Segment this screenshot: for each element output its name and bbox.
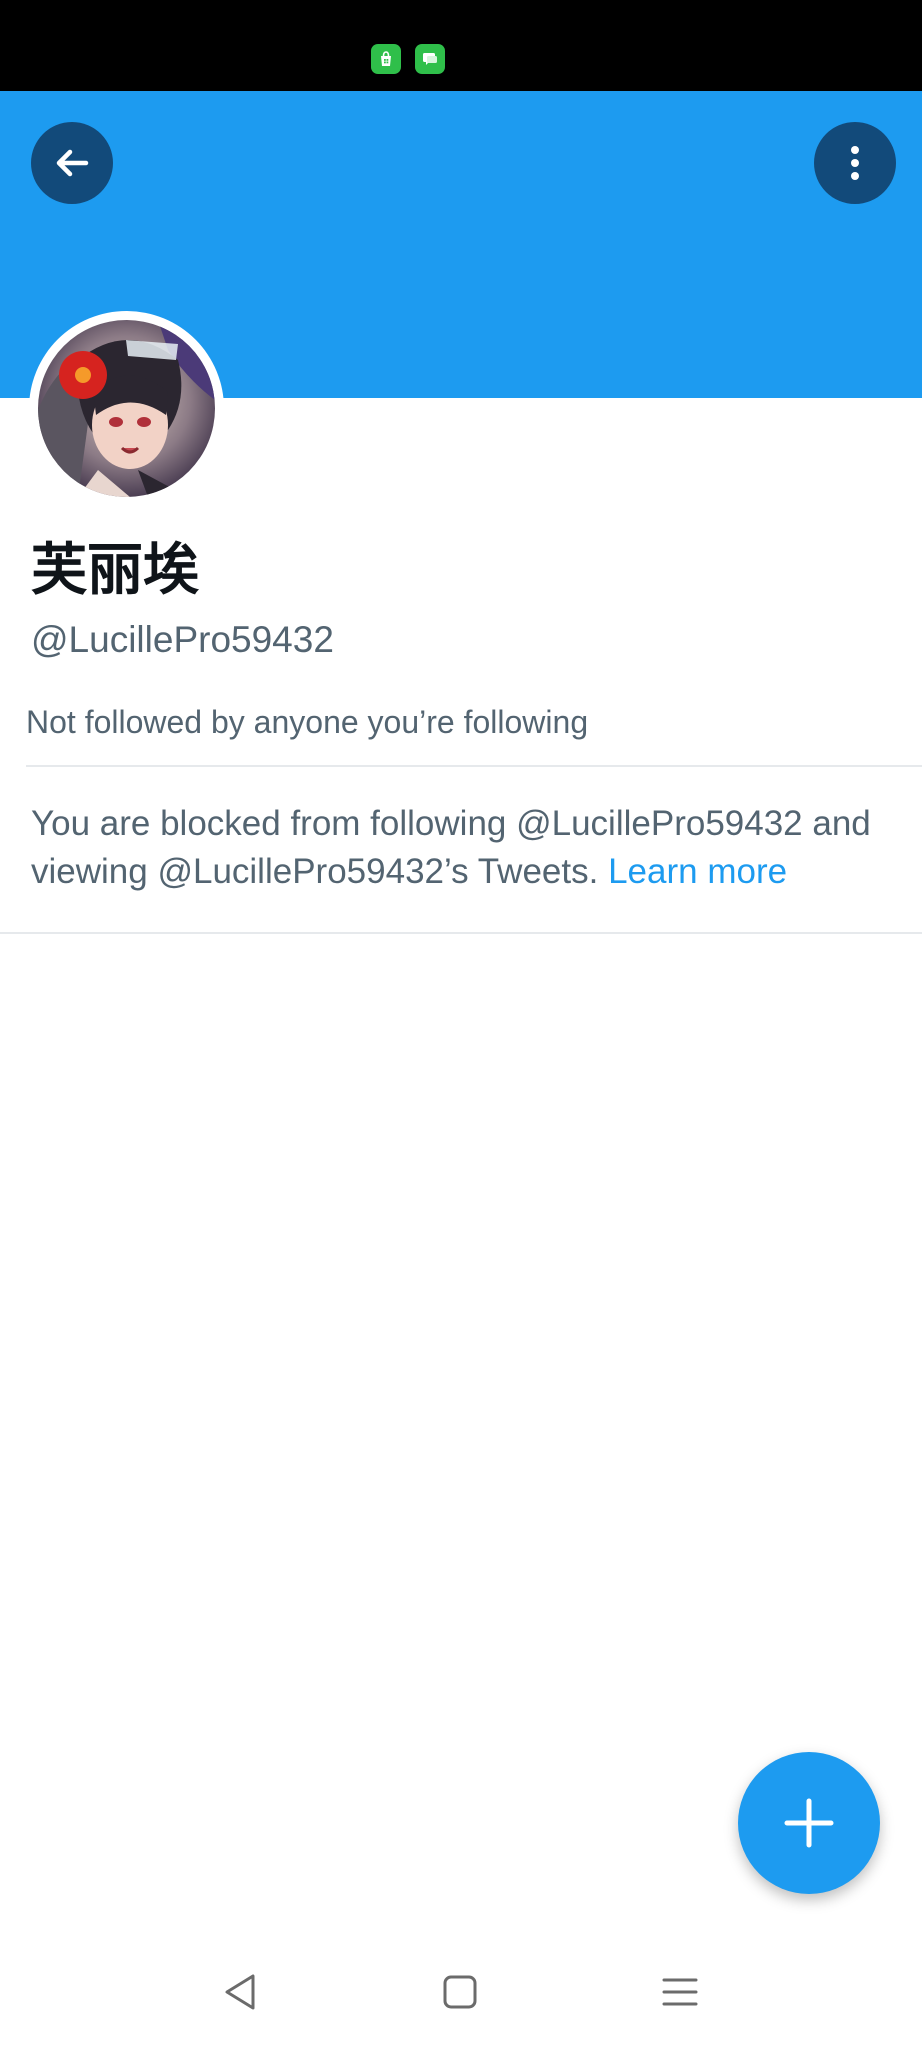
home-square-icon[interactable] — [438, 1970, 482, 2014]
back-button[interactable] — [31, 122, 113, 204]
divider — [26, 765, 922, 767]
more-options-button[interactable] — [814, 122, 896, 204]
plus-icon — [784, 1798, 834, 1848]
divider — [0, 932, 922, 934]
vertical-dots-icon — [851, 146, 859, 180]
avatar-ring[interactable] — [29, 311, 224, 506]
arrow-left-icon — [56, 149, 89, 177]
recents-menu-icon[interactable] — [658, 1970, 702, 2014]
shopping-bag-app-icon — [371, 44, 401, 74]
learn-more-link[interactable]: Learn more — [608, 852, 787, 891]
user-handle: @LucillePro59432 — [31, 619, 334, 660]
back-triangle-icon[interactable] — [219, 1970, 263, 2014]
blocked-message: You are blocked from following @LucilleP… — [31, 800, 911, 896]
followers-you-know-note: Not followed by anyone you’re following — [26, 704, 589, 740]
display-name: 芙丽埃 — [31, 538, 199, 603]
system-nav-bar — [0, 1940, 922, 2048]
avatar[interactable] — [38, 320, 215, 497]
chat-app-icon — [415, 44, 445, 74]
status-bar — [0, 0, 922, 91]
compose-tweet-button[interactable] — [738, 1752, 880, 1894]
